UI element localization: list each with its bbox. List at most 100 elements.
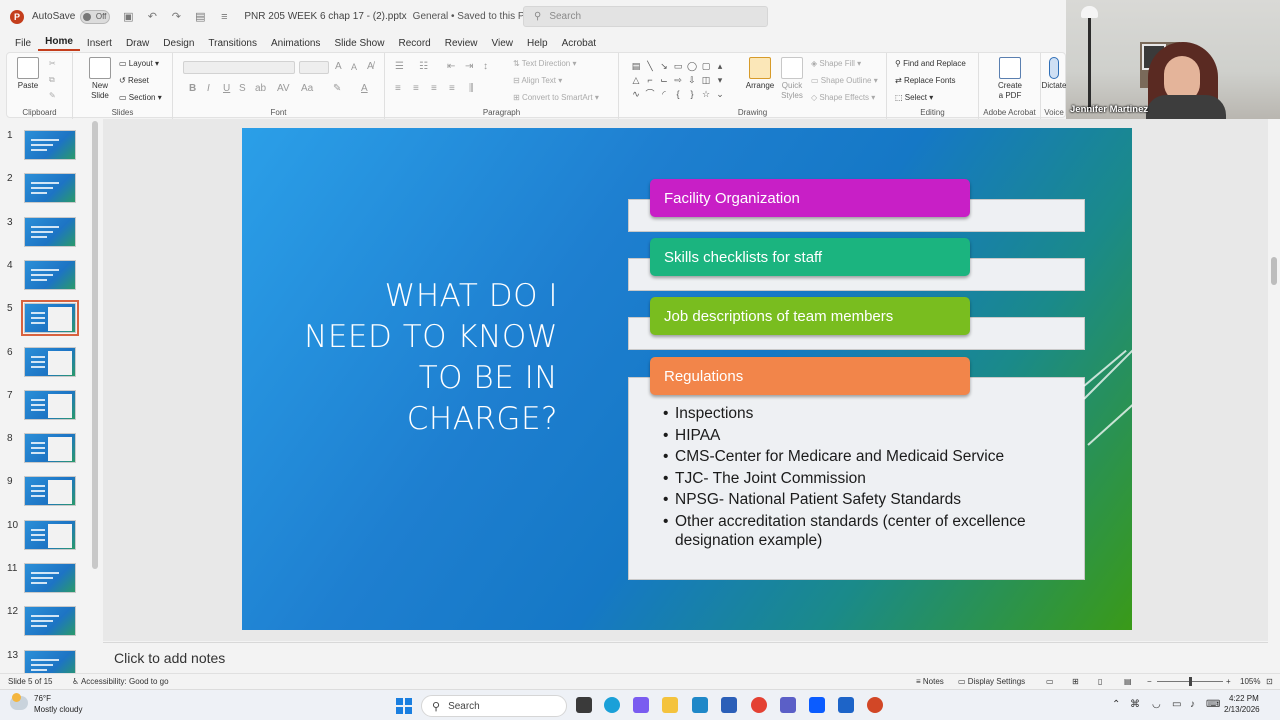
bullets-icon[interactable]: ☰	[395, 61, 404, 72]
text-direction-button[interactable]: ⇅ Text Direction ▾	[513, 59, 577, 68]
change-case-icon[interactable]: Aa	[301, 83, 313, 94]
scroll-shapes-icon[interactable]: ▾	[713, 73, 727, 87]
zoom-level[interactable]: 105%	[1240, 677, 1260, 686]
present-icon[interactable]: ▤	[194, 11, 206, 23]
canvas-scroll-thumb[interactable]	[1271, 257, 1277, 285]
weather-description[interactable]: Mostly cloudy	[34, 705, 82, 714]
underline-icon[interactable]: U	[223, 83, 230, 94]
slide-thumbnail-image[interactable]	[24, 519, 76, 550]
rounded-rect-shape-icon[interactable]: ▢	[699, 59, 713, 73]
slideshow-icon[interactable]: ▤	[1124, 677, 1132, 686]
create-pdf-button[interactable]: Create a PDF	[989, 57, 1031, 101]
format-painter-icon[interactable]: ✎	[49, 91, 56, 100]
volume-icon[interactable]: ♪	[1190, 699, 1195, 710]
slide-thumbnail[interactable]: 11	[0, 563, 90, 606]
chrome-icon[interactable]	[751, 697, 767, 713]
align-text-button[interactable]: ⊟ Align Text ▾	[513, 76, 562, 85]
slide-thumbnail-image[interactable]	[24, 389, 76, 420]
select-button[interactable]: ⬚ Select ▾	[895, 93, 933, 102]
font-size-combo[interactable]	[299, 61, 329, 74]
columns-icon[interactable]: ⫼	[469, 83, 474, 94]
teams-icon[interactable]	[780, 697, 796, 713]
save-icon[interactable]: ▣	[122, 11, 134, 23]
title-search-box[interactable]: ⚲ Search	[523, 6, 768, 27]
menu-tab-file[interactable]: File	[8, 38, 38, 51]
edge-browser-icon[interactable]	[604, 697, 620, 713]
accessibility-status[interactable]: ♿ Accessibility: Good to go	[72, 677, 169, 686]
paste-button[interactable]: Paste	[13, 57, 43, 91]
replace-fonts-button[interactable]: ⇄ Replace Fonts	[895, 76, 956, 85]
wifi-icon[interactable]: ◡	[1152, 699, 1161, 710]
freeform-shape-icon[interactable]: ∿	[629, 87, 643, 101]
arrange-button[interactable]: Arrange	[743, 57, 777, 91]
down-arrow-shape-icon[interactable]: ⇩	[685, 73, 699, 87]
textbox-shape-icon[interactable]: ▤	[629, 59, 643, 73]
file-explorer-icon[interactable]	[662, 697, 678, 713]
font-name-combo[interactable]	[183, 61, 295, 74]
keyboard-icon[interactable]: ⌨	[1206, 699, 1220, 710]
arc-shape-icon[interactable]: ◜	[657, 87, 671, 101]
strikethrough-icon[interactable]: S	[239, 83, 246, 94]
brace-right-shape-icon[interactable]: }	[685, 87, 699, 101]
increase-font-icon[interactable]: A	[335, 61, 342, 72]
text-shadow-icon[interactable]: ab	[255, 83, 266, 94]
expand-shapes-icon[interactable]: ⌄	[713, 87, 727, 101]
current-slide[interactable]: WHAT DO I NEED TO KNOW TO BE IN CHARGE? …	[242, 128, 1132, 630]
weather-temperature[interactable]: 76°F	[34, 694, 51, 703]
decrease-indent-icon[interactable]: ⇤	[447, 61, 455, 72]
slide-thumbnail-image[interactable]	[24, 606, 76, 637]
weather-icon[interactable]	[10, 693, 28, 710]
menu-tab-help[interactable]: Help	[520, 38, 555, 51]
slide-thumbnail[interactable]: 12	[0, 606, 90, 649]
slide-thumbnail-image[interactable]	[24, 346, 76, 377]
menu-tab-view[interactable]: View	[485, 38, 521, 51]
facility-organization-item[interactable]: Facility Organization	[650, 179, 970, 217]
zoom-out-icon[interactable]: −	[1147, 677, 1152, 686]
autosave-toggle[interactable]: Off	[80, 9, 111, 24]
word-icon[interactable]	[721, 697, 737, 713]
more-shapes-icon[interactable]: ▴	[713, 59, 727, 73]
font-color-icon[interactable]: A	[361, 83, 368, 94]
copilot-icon[interactable]	[633, 697, 649, 713]
reset-button[interactable]: ↺ Reset	[119, 76, 149, 85]
slide-thumbnail-image[interactable]	[24, 259, 76, 290]
highlight-icon[interactable]: ✎	[333, 83, 341, 94]
slide-thumbnail[interactable]: 4	[0, 259, 90, 303]
slide-thumbnail-image[interactable]	[24, 216, 76, 247]
slide-thumbnail-image[interactable]	[21, 300, 79, 337]
skills-checklists-item[interactable]: Skills checklists for staff	[650, 238, 970, 276]
convert-smartart-button[interactable]: ⊞ Convert to SmartArt ▾	[513, 93, 599, 102]
slide-thumbnail-image[interactable]	[24, 476, 76, 507]
slide-sorter-icon[interactable]: ⊞	[1072, 677, 1079, 686]
line-spacing-icon[interactable]: ↕	[483, 61, 488, 72]
copy-icon[interactable]: ⧉	[49, 75, 55, 85]
redo-icon[interactable]: ↷	[170, 11, 182, 23]
canvas-scrollbar[interactable]	[1268, 119, 1280, 673]
notes-pane[interactable]: Click to add notes	[103, 642, 1268, 673]
slide-thumbnail[interactable]: 9	[0, 476, 90, 519]
menu-tab-acrobat[interactable]: Acrobat	[555, 38, 603, 51]
save-status[interactable]: General • Saved to this PC	[413, 11, 532, 22]
battery-icon[interactable]: ▭	[1172, 699, 1181, 710]
display-settings-button[interactable]: ▭ Display Settings	[958, 677, 1025, 686]
menu-tab-slide-show[interactable]: Slide Show	[327, 38, 391, 51]
job-descriptions-item[interactable]: Job descriptions of team members	[650, 297, 970, 335]
rectangle-shape-icon[interactable]: ▭	[671, 59, 685, 73]
line-shape-icon[interactable]: ╲	[643, 59, 657, 73]
dictate-button[interactable]: Dictate	[1041, 57, 1067, 91]
network-icon[interactable]: ⌘	[1130, 699, 1140, 710]
find-replace-button[interactable]: ⚲ Find and Replace	[895, 59, 966, 68]
shape-fill-button[interactable]: ◈ Shape Fill ▾	[811, 59, 861, 68]
shapes-gallery[interactable]: ▤ ╲ ↘ ▭ ◯ ▢ ▴ △ ⌐ ⌙ ⇨ ⇩ ◫ ▾ ∿ ⌒ ◜{} ☆ ⌄	[629, 59, 731, 101]
show-hidden-icons-icon[interactable]: ⌃	[1112, 699, 1120, 710]
taskbar-search[interactable]: ⚲ Search	[421, 695, 567, 717]
slide-thumbnail[interactable]: 1	[0, 130, 90, 173]
thumbnail-scrollbar[interactable]	[92, 121, 98, 569]
quick-styles-button[interactable]: Quick Styles	[777, 57, 807, 101]
menu-tab-draw[interactable]: Draw	[119, 38, 156, 51]
italic-icon[interactable]: I	[207, 83, 210, 94]
justify-icon[interactable]: ≡	[449, 83, 455, 94]
slide-thumbnail[interactable]: 2	[0, 173, 90, 216]
decrease-font-icon[interactable]: A	[351, 62, 357, 72]
powerpoint-taskbar-icon[interactable]	[867, 697, 883, 713]
